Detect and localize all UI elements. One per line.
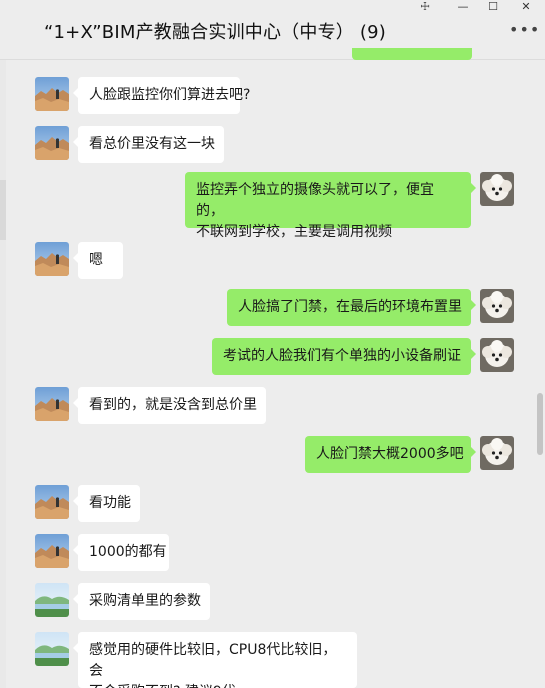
message-row: 1000的都有 xyxy=(0,534,545,571)
desert-landscape-avatar[interactable] xyxy=(35,485,69,519)
message-row: 监控弄个独立的摄像头就可以了，便宜的， 不联网到学校，主要是调用视频 xyxy=(0,172,545,240)
previous-message-bubble-edge xyxy=(352,48,472,60)
message-row: 看总价里没有这一块 xyxy=(0,126,545,163)
desert-landscape-avatar[interactable] xyxy=(35,242,69,276)
desert-landscape-avatar[interactable] xyxy=(35,534,69,568)
more-options-icon[interactable]: ••• xyxy=(509,22,540,38)
desert-landscape-avatar[interactable] xyxy=(35,126,69,160)
message-row: 看到的，就是没含到总价里 xyxy=(0,387,545,424)
desert-landscape-avatar[interactable] xyxy=(35,387,69,421)
incoming-message-bubble[interactable]: 看功能 xyxy=(73,485,140,522)
message-row: 看功能 xyxy=(0,485,545,522)
incoming-message-bubble[interactable]: 感觉用的硬件比较旧，CPU8代比较旧，会 不会采购不到? 建议9代 xyxy=(73,632,357,688)
outgoing-message-bubble[interactable]: 监控弄个独立的摄像头就可以了，便宜的， 不联网到学校，主要是调用视频 xyxy=(185,172,476,240)
outgoing-message-bubble[interactable]: 人脸搞了门禁，在最后的环境布置里 xyxy=(227,289,476,326)
chat-title: “1+X”BIM产教融合实训中心（中专） (9) xyxy=(44,22,386,43)
message-row: 人脸跟监控你们算进去吧? xyxy=(0,77,545,114)
close-icon[interactable]: ✕ xyxy=(519,0,533,14)
outgoing-message-bubble[interactable]: 考试的人脸我们有个单独的小设备刷证 xyxy=(212,338,476,375)
minimize-icon[interactable]: — xyxy=(456,0,470,14)
incoming-message-bubble[interactable]: 采购清单里的参数 xyxy=(73,583,210,620)
white-dog-avatar[interactable] xyxy=(480,289,514,323)
white-dog-avatar[interactable] xyxy=(480,436,514,470)
message-row: 嗯 xyxy=(0,242,545,279)
white-dog-avatar[interactable] xyxy=(480,338,514,372)
message-list[interactable]: 人脸跟监控你们算进去吧? 看总价里没有这一块监控弄个独立的摄像头就可以了，便宜的，… xyxy=(0,60,545,688)
message-row: 人脸门禁大概2000多吧 xyxy=(0,436,545,473)
message-row: 人脸搞了门禁，在最后的环境布置里 xyxy=(0,289,545,326)
white-dog-avatar[interactable] xyxy=(480,172,514,206)
incoming-message-bubble[interactable]: 嗯 xyxy=(73,242,123,279)
message-row: 感觉用的硬件比较旧，CPU8代比较旧，会 不会采购不到? 建议9代 xyxy=(0,632,545,688)
desert-landscape-avatar[interactable] xyxy=(35,77,69,111)
outgoing-message-bubble[interactable]: 人脸门禁大概2000多吧 xyxy=(305,436,476,473)
incoming-message-bubble[interactable]: 看总价里没有这一块 xyxy=(73,126,224,163)
incoming-message-bubble[interactable]: 1000的都有 xyxy=(73,534,169,571)
scrollbar-thumb[interactable] xyxy=(537,393,543,455)
incoming-message-bubble[interactable]: 人脸跟监控你们算进去吧? xyxy=(73,77,250,114)
message-row: 采购清单里的参数 xyxy=(0,583,545,620)
lake-landscape-avatar[interactable] xyxy=(35,632,69,666)
incoming-message-bubble[interactable]: 看到的，就是没含到总价里 xyxy=(73,387,266,424)
pin-icon[interactable]: ☩ xyxy=(418,0,432,14)
message-row: 考试的人脸我们有个单独的小设备刷证 xyxy=(0,338,545,375)
maximize-icon[interactable]: ☐ xyxy=(486,0,500,14)
lake-landscape-avatar[interactable] xyxy=(35,583,69,617)
